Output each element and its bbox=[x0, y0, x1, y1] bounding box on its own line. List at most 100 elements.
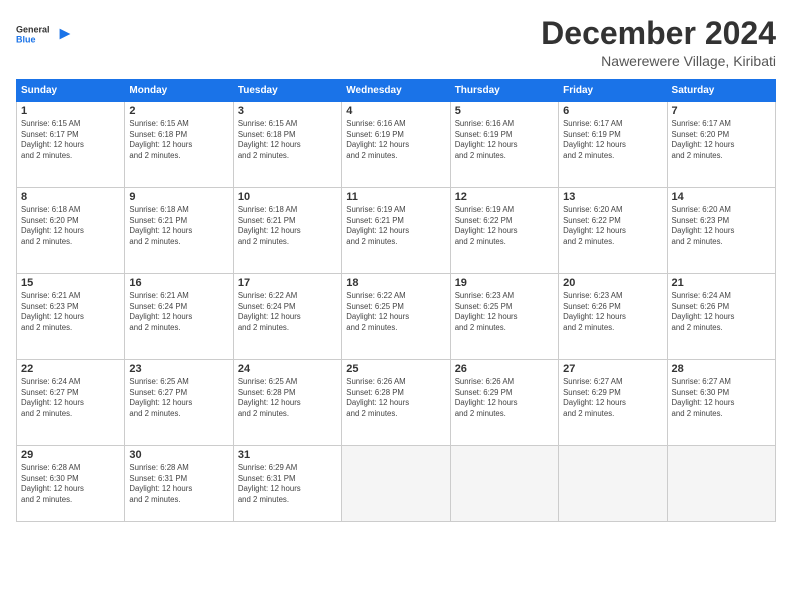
calendar-cell: 13Sunrise: 6:20 AM Sunset: 6:22 PM Dayli… bbox=[559, 188, 667, 274]
day-number: 1 bbox=[21, 105, 120, 117]
calendar-cell: 14 Sunrise: 6:20 AM Sunset: 6:23 PM Dayli… bbox=[667, 188, 775, 274]
calendar-cell: 1 Sunrise: 6:15 AM Sunset: 6:17 PM Daylig… bbox=[17, 102, 125, 188]
day-info: Sunrise: 6:18 AM Sunset: 6:21 PM Dayligh… bbox=[129, 205, 228, 247]
calendar-cell: 20 Sunrise: 6:23 AM Sunset: 6:26 PM Dayli… bbox=[559, 274, 667, 360]
calendar-cell bbox=[450, 446, 558, 522]
day-number: 19 bbox=[455, 277, 554, 289]
day-number: 22 bbox=[21, 363, 120, 375]
calendar-table: SundayMondayTuesdayWednesdayThursdayFrid… bbox=[16, 79, 776, 522]
day-info: Sunrise: 6:22 AM Sunset: 6:25 PM Dayligh… bbox=[346, 291, 445, 333]
day-info: Sunrise: 6:25 AM Sunset: 6:27 PM Dayligh… bbox=[129, 377, 228, 419]
weekday-header-monday: Monday bbox=[125, 80, 233, 102]
calendar-cell: 10Sunrise: 6:18 AM Sunset: 6:21 PM Dayli… bbox=[233, 188, 341, 274]
day-info: Sunrise: 6:15 AM Sunset: 6:18 PM Dayligh… bbox=[129, 119, 228, 161]
svg-text:Blue: Blue bbox=[16, 35, 36, 45]
calendar-cell: 3Sunrise: 6:15 AM Sunset: 6:18 PM Daylig… bbox=[233, 102, 341, 188]
day-info: Sunrise: 6:28 AM Sunset: 6:31 PM Dayligh… bbox=[129, 463, 228, 505]
day-number: 12 bbox=[455, 191, 554, 203]
title-area: December 2024 Nawerewere Village, Kiriba… bbox=[541, 16, 776, 69]
day-info: Sunrise: 6:18 AM Sunset: 6:21 PM Dayligh… bbox=[238, 205, 337, 247]
day-number: 4 bbox=[346, 105, 445, 117]
day-info: Sunrise: 6:23 AM Sunset: 6:25 PM Dayligh… bbox=[455, 291, 554, 333]
day-info: Sunrise: 6:22 AM Sunset: 6:24 PM Dayligh… bbox=[238, 291, 337, 333]
calendar-cell: 7Sunrise: 6:17 AM Sunset: 6:20 PM Daylig… bbox=[667, 102, 775, 188]
weekday-header-tuesday: Tuesday bbox=[233, 80, 341, 102]
svg-text:General: General bbox=[16, 25, 50, 35]
week-row-1: 1 Sunrise: 6:15 AM Sunset: 6:17 PM Daylig… bbox=[17, 102, 776, 188]
day-info: Sunrise: 6:23 AM Sunset: 6:26 PM Dayligh… bbox=[563, 291, 662, 333]
day-number: 26 bbox=[455, 363, 554, 375]
weekday-header-saturday: Saturday bbox=[667, 80, 775, 102]
day-number: 20 bbox=[563, 277, 662, 289]
calendar-cell: 27 Sunrise: 6:27 AM Sunset: 6:29 PM Dayli… bbox=[559, 360, 667, 446]
day-number: 18 bbox=[346, 277, 445, 289]
calendar-cell: 25Sunrise: 6:26 AM Sunset: 6:28 PM Dayli… bbox=[342, 360, 450, 446]
calendar-cell: 28Sunrise: 6:27 AM Sunset: 6:30 PM Dayli… bbox=[667, 360, 775, 446]
day-info: Sunrise: 6:17 AM Sunset: 6:20 PM Dayligh… bbox=[672, 119, 771, 161]
calendar-cell: 17 Sunrise: 6:22 AM Sunset: 6:24 PM Dayli… bbox=[233, 274, 341, 360]
day-number: 21 bbox=[672, 277, 771, 289]
month-title: December 2024 bbox=[541, 16, 776, 51]
calendar-cell: 24Sunrise: 6:25 AM Sunset: 6:28 PM Dayli… bbox=[233, 360, 341, 446]
calendar-cell: 23 Sunrise: 6:25 AM Sunset: 6:27 PM Dayli… bbox=[125, 360, 233, 446]
day-info: Sunrise: 6:20 AM Sunset: 6:22 PM Dayligh… bbox=[563, 205, 662, 247]
weekday-header-sunday: Sunday bbox=[17, 80, 125, 102]
calendar-cell: 16Sunrise: 6:21 AM Sunset: 6:24 PM Dayli… bbox=[125, 274, 233, 360]
day-info: Sunrise: 6:28 AM Sunset: 6:30 PM Dayligh… bbox=[21, 463, 120, 505]
day-info: Sunrise: 6:16 AM Sunset: 6:19 PM Dayligh… bbox=[455, 119, 554, 161]
day-info: Sunrise: 6:26 AM Sunset: 6:28 PM Dayligh… bbox=[346, 377, 445, 419]
day-info: Sunrise: 6:27 AM Sunset: 6:29 PM Dayligh… bbox=[563, 377, 662, 419]
day-info: Sunrise: 6:24 AM Sunset: 6:26 PM Dayligh… bbox=[672, 291, 771, 333]
calendar-cell: 22Sunrise: 6:24 AM Sunset: 6:27 PM Dayli… bbox=[17, 360, 125, 446]
logo-arrow-icon bbox=[56, 25, 74, 43]
week-row-3: 15 Sunrise: 6:21 AM Sunset: 6:23 PM Dayli… bbox=[17, 274, 776, 360]
day-number: 15 bbox=[21, 277, 120, 289]
calendar-cell: 8 Sunrise: 6:18 AM Sunset: 6:20 PM Daylig… bbox=[17, 188, 125, 274]
calendar-cell: 19 Sunrise: 6:23 AM Sunset: 6:25 PM Dayli… bbox=[450, 274, 558, 360]
day-info: Sunrise: 6:15 AM Sunset: 6:17 PM Dayligh… bbox=[21, 119, 120, 161]
day-number: 17 bbox=[238, 277, 337, 289]
day-info: Sunrise: 6:25 AM Sunset: 6:28 PM Dayligh… bbox=[238, 377, 337, 419]
day-number: 8 bbox=[21, 191, 120, 203]
day-number: 2 bbox=[129, 105, 228, 117]
day-number: 14 bbox=[672, 191, 771, 203]
weekday-header-row: SundayMondayTuesdayWednesdayThursdayFrid… bbox=[17, 80, 776, 102]
week-row-4: 22Sunrise: 6:24 AM Sunset: 6:27 PM Dayli… bbox=[17, 360, 776, 446]
calendar-cell: 18 Sunrise: 6:22 AM Sunset: 6:25 PM Dayli… bbox=[342, 274, 450, 360]
day-number: 30 bbox=[129, 449, 228, 461]
day-number: 23 bbox=[129, 363, 228, 375]
day-info: Sunrise: 6:17 AM Sunset: 6:19 PM Dayligh… bbox=[563, 119, 662, 161]
week-row-5: 29 Sunrise: 6:28 AM Sunset: 6:30 PM Dayli… bbox=[17, 446, 776, 522]
day-number: 5 bbox=[455, 105, 554, 117]
weekday-header-thursday: Thursday bbox=[450, 80, 558, 102]
day-info: Sunrise: 6:18 AM Sunset: 6:20 PM Dayligh… bbox=[21, 205, 120, 247]
calendar-page: General Blue December 2024 Nawerewere Vi… bbox=[0, 0, 792, 612]
logo: General Blue bbox=[16, 16, 74, 52]
day-info: Sunrise: 6:15 AM Sunset: 6:18 PM Dayligh… bbox=[238, 119, 337, 161]
day-info: Sunrise: 6:19 AM Sunset: 6:21 PM Dayligh… bbox=[346, 205, 445, 247]
day-info: Sunrise: 6:29 AM Sunset: 6:31 PM Dayligh… bbox=[238, 463, 337, 505]
day-number: 31 bbox=[238, 449, 337, 461]
day-info: Sunrise: 6:21 AM Sunset: 6:24 PM Dayligh… bbox=[129, 291, 228, 333]
calendar-cell: 21 Sunrise: 6:24 AM Sunset: 6:26 PM Dayli… bbox=[667, 274, 775, 360]
weekday-header-wednesday: Wednesday bbox=[342, 80, 450, 102]
logo-svg: General Blue bbox=[16, 16, 52, 52]
calendar-cell bbox=[667, 446, 775, 522]
day-number: 11 bbox=[346, 191, 445, 203]
calendar-cell: 4Sunrise: 6:16 AM Sunset: 6:19 PM Daylig… bbox=[342, 102, 450, 188]
day-info: Sunrise: 6:20 AM Sunset: 6:23 PM Dayligh… bbox=[672, 205, 771, 247]
calendar-cell: 31 Sunrise: 6:29 AM Sunset: 6:31 PM Dayli… bbox=[233, 446, 341, 522]
calendar-cell: 15 Sunrise: 6:21 AM Sunset: 6:23 PM Dayli… bbox=[17, 274, 125, 360]
calendar-cell: 12 Sunrise: 6:19 AM Sunset: 6:22 PM Dayli… bbox=[450, 188, 558, 274]
calendar-cell: 26Sunrise: 6:26 AM Sunset: 6:29 PM Dayli… bbox=[450, 360, 558, 446]
day-info: Sunrise: 6:19 AM Sunset: 6:22 PM Dayligh… bbox=[455, 205, 554, 247]
calendar-cell bbox=[342, 446, 450, 522]
calendar-cell: 2 Sunrise: 6:15 AM Sunset: 6:18 PM Daylig… bbox=[125, 102, 233, 188]
day-number: 29 bbox=[21, 449, 120, 461]
weekday-header-friday: Friday bbox=[559, 80, 667, 102]
day-info: Sunrise: 6:21 AM Sunset: 6:23 PM Dayligh… bbox=[21, 291, 120, 333]
calendar-cell: 29 Sunrise: 6:28 AM Sunset: 6:30 PM Dayli… bbox=[17, 446, 125, 522]
day-number: 27 bbox=[563, 363, 662, 375]
calendar-cell: 5 Sunrise: 6:16 AM Sunset: 6:19 PM Daylig… bbox=[450, 102, 558, 188]
location-title: Nawerewere Village, Kiribati bbox=[541, 53, 776, 69]
